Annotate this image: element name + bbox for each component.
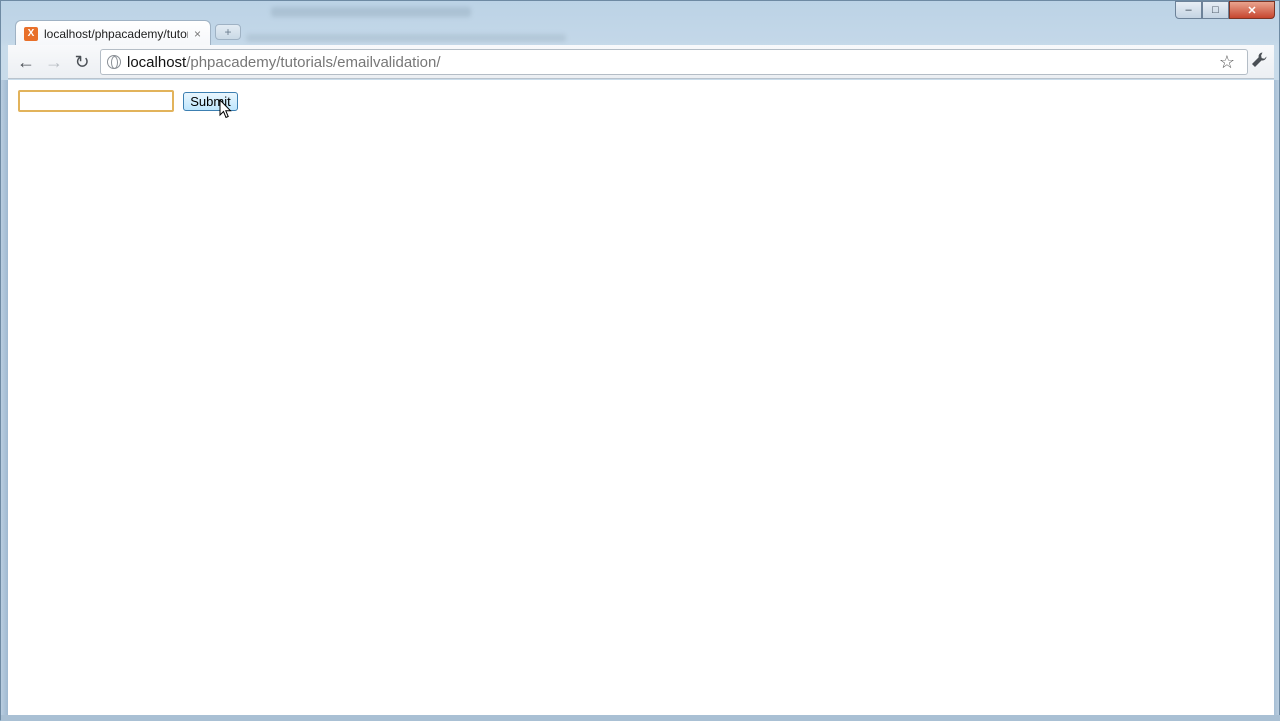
close-icon: ✕	[1247, 4, 1257, 17]
maximize-button[interactable]: □	[1202, 1, 1229, 19]
back-button[interactable]: ←	[14, 51, 38, 73]
bookmark-star-icon[interactable]: ☆	[1219, 52, 1235, 73]
browser-toolbar: ← → ↻ localhost/phpacademy/tutorials/ema…	[8, 45, 1274, 79]
background-window-title-blur	[271, 7, 471, 17]
address-bar[interactable]: localhost/phpacademy/tutorials/emailvali…	[100, 49, 1248, 75]
tab-active[interactable]: X localhost/phpacademy/tutorials/emailva…	[15, 20, 211, 46]
reload-button[interactable]: ↻	[70, 51, 94, 73]
tab-close-icon[interactable]: ×	[194, 27, 201, 41]
url-path: /phpacademy/tutorials/emailvalidation/	[186, 53, 441, 71]
mouse-cursor-icon	[219, 99, 232, 119]
url-text[interactable]: localhost/phpacademy/tutorials/emailvali…	[127, 54, 441, 71]
wrench-icon-graphic	[1252, 52, 1267, 67]
background-window-menu-blur	[246, 34, 566, 42]
window-border-bottom	[1, 715, 1280, 721]
window-border-left	[1, 80, 8, 716]
wrench-icon[interactable]	[1248, 51, 1270, 73]
minimize-icon: –	[1185, 4, 1192, 16]
browser-window: – □ ✕ X localhost/phpacademy/tutorials/e…	[0, 0, 1280, 721]
close-window-button[interactable]: ✕	[1229, 1, 1275, 19]
window-controls: – □ ✕	[1175, 1, 1275, 19]
page-viewport: Submit	[8, 80, 1274, 715]
tab-title: localhost/phpacademy/tutorials/emailvali…	[44, 26, 188, 41]
email-input[interactable]	[18, 90, 174, 112]
maximize-icon: □	[1212, 4, 1219, 16]
xampp-favicon-icon: X	[24, 26, 38, 41]
forward-button[interactable]: →	[42, 51, 66, 73]
back-arrow-icon: ←	[17, 51, 35, 72]
globe-icon	[107, 55, 121, 69]
reload-icon: ↻	[74, 51, 90, 72]
minimize-button[interactable]: –	[1175, 1, 1202, 19]
forward-arrow-icon: →	[45, 51, 63, 72]
new-tab-button[interactable]: +	[215, 24, 241, 40]
url-host: localhost	[127, 53, 187, 71]
